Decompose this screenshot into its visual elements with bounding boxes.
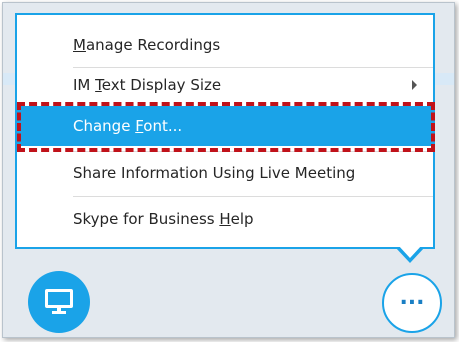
monitor-icon (45, 289, 73, 315)
more-options-button[interactable]: ... (382, 273, 442, 333)
mnemonic-letter: H (219, 210, 231, 228)
menu-item-label: Skype for Business Help (73, 210, 254, 228)
more-options-menu: Manage Recordings IM Text Display Size C… (15, 13, 435, 249)
mnemonic-letter: M (73, 36, 86, 54)
menu-item-im-text-display-size[interactable]: IM Text Display Size (17, 65, 433, 105)
present-content-button[interactable] (28, 271, 90, 333)
ellipsis-icon: ... (399, 285, 425, 310)
monitor-screen (45, 289, 73, 308)
menu-item-label: Manage Recordings (73, 36, 221, 54)
menu-item-skype-for-business-help[interactable]: Skype for Business Help (17, 199, 433, 239)
menu-separator (73, 196, 433, 197)
menu-item-share-information-live-meeting[interactable]: Share Information Using Live Meeting (17, 153, 433, 193)
submenu-arrow-icon (412, 80, 417, 90)
menu-pointer-fill (398, 245, 422, 258)
menu-item-change-font[interactable]: Change Font... (17, 106, 433, 146)
skype-conversation-window: Manage Recordings IM Text Display Size C… (2, 2, 455, 338)
monitor-base (52, 311, 66, 314)
mnemonic-letter: T (95, 76, 102, 94)
background-strip-right (435, 73, 454, 85)
menu-separator (73, 151, 433, 152)
menu-item-manage-recordings[interactable]: Manage Recordings (17, 25, 433, 65)
menu-item-label: Change Font... (73, 117, 183, 135)
menu-item-label: Share Information Using Live Meeting (73, 164, 356, 182)
menu-item-label: IM Text Display Size (73, 76, 222, 94)
